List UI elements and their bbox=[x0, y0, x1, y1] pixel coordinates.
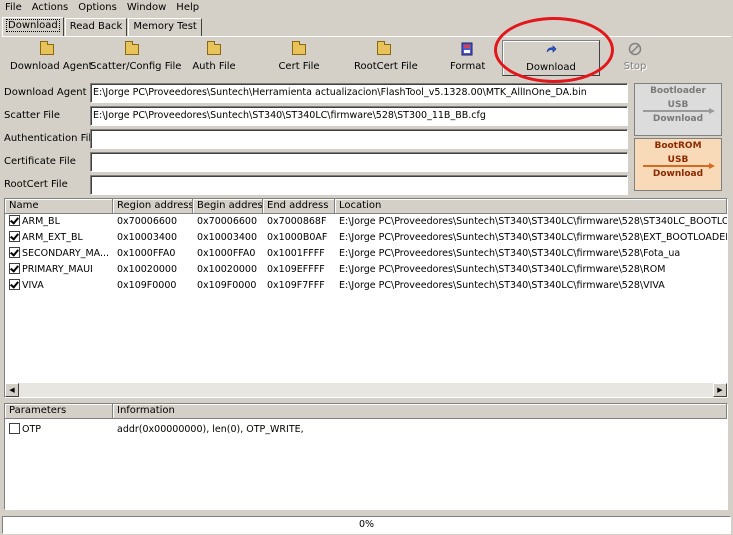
scroll-right-icon[interactable]: ▶ bbox=[713, 383, 727, 397]
col-location[interactable]: Location bbox=[335, 199, 727, 214]
folder-icon bbox=[40, 41, 54, 56]
download-agent-field[interactable]: E:\Jorge PC\Proveedores\Suntech\Herramie… bbox=[90, 83, 628, 103]
format-icon bbox=[460, 42, 474, 56]
auth-file-button[interactable]: Auth File bbox=[192, 40, 236, 76]
table-row[interactable]: VIVA 0x109F0000 0x109F0000 0x109F7FFF E:… bbox=[5, 278, 727, 294]
row-checkbox[interactable] bbox=[9, 247, 20, 258]
bootloader-usb-download-mode[interactable]: Bootloader USB Download bbox=[634, 83, 722, 136]
table-row[interactable]: OTP addr(0x00000000), len(0), OTP_WRITE, bbox=[5, 422, 727, 438]
region-table: Name Region address Begin address End ad… bbox=[4, 198, 728, 398]
menu-actions[interactable]: Actions bbox=[27, 0, 74, 16]
table-row[interactable]: ARM_EXT_BL 0x10003400 0x10003400 0x1000B… bbox=[5, 230, 727, 246]
stop-icon bbox=[628, 42, 642, 56]
authentication-file-label: Authentication File bbox=[4, 133, 98, 144]
authentication-file-field[interactable] bbox=[90, 129, 628, 149]
scatter-file-field[interactable]: E:\Jorge PC\Proveedores\Suntech\ST340\ST… bbox=[90, 106, 628, 126]
parameters-table-header: Parameters Information bbox=[5, 404, 727, 419]
rootcert-file-field[interactable] bbox=[90, 175, 628, 195]
scroll-left-icon[interactable]: ◀ bbox=[5, 383, 19, 397]
toolbar: Download Agent Scatter/Config File Auth … bbox=[2, 40, 730, 76]
rootcert-file-label: RootCert File bbox=[4, 179, 68, 190]
scatter-file-label: Scatter File bbox=[4, 110, 60, 121]
scroll-track[interactable] bbox=[19, 383, 713, 397]
parameters-table: Parameters Information OTP addr(0x000000… bbox=[4, 403, 728, 510]
col-region-address[interactable]: Region address bbox=[113, 199, 193, 214]
format-button[interactable]: Format bbox=[450, 40, 485, 76]
table-row[interactable]: PRIMARY_MAUI 0x10020000 0x10020000 0x109… bbox=[5, 262, 727, 278]
table-row[interactable]: SECONDARY_MA... 0x1000FFA0 0x1000FFA0 0x… bbox=[5, 246, 727, 262]
tab-panel-border bbox=[2, 36, 731, 37]
download-button[interactable]: Download bbox=[502, 40, 600, 76]
col-name[interactable]: Name bbox=[5, 199, 113, 214]
rootcert-file-button[interactable]: RootCert File bbox=[354, 40, 418, 76]
tab-read-back[interactable]: Read Back bbox=[64, 18, 128, 36]
tab-bar: Download Read Back Memory Test bbox=[2, 17, 203, 36]
row-checkbox[interactable] bbox=[9, 263, 20, 274]
folder-icon bbox=[125, 41, 139, 56]
menu-window[interactable]: Window bbox=[122, 0, 171, 16]
cert-file-button[interactable]: Cert File bbox=[278, 40, 320, 76]
arrow-icon bbox=[643, 163, 715, 169]
download-agent-button[interactable]: Download Agent bbox=[10, 40, 93, 76]
folder-icon bbox=[292, 41, 306, 56]
tab-download[interactable]: Download bbox=[2, 17, 64, 36]
download-arrow-icon bbox=[544, 43, 558, 57]
status-bar: 0% bbox=[0, 514, 733, 535]
download-agent-label: Download Agent bbox=[4, 87, 87, 98]
menu-options[interactable]: Options bbox=[73, 0, 122, 16]
stop-button[interactable]: Stop bbox=[620, 40, 650, 76]
scatter-config-button[interactable]: Scatter/Config File bbox=[90, 40, 181, 76]
table-row[interactable]: ARM_BL 0x70006600 0x70006600 0x7000868F … bbox=[5, 214, 727, 230]
arrow-icon bbox=[643, 108, 715, 114]
horizontal-scrollbar[interactable]: ◀ ▶ bbox=[5, 383, 727, 397]
menu-file[interactable]: File bbox=[0, 0, 27, 16]
menu-bar: File Actions Options Window Help bbox=[0, 0, 733, 16]
otp-checkbox[interactable] bbox=[9, 423, 20, 434]
folder-icon bbox=[207, 41, 221, 56]
certificate-file-field[interactable] bbox=[90, 152, 628, 172]
row-checkbox[interactable] bbox=[9, 215, 20, 226]
col-begin-address[interactable]: Begin address bbox=[193, 199, 263, 214]
folder-icon bbox=[377, 41, 391, 56]
col-parameters[interactable]: Parameters bbox=[5, 404, 113, 419]
row-checkbox[interactable] bbox=[9, 279, 20, 290]
progress-bar: 0% bbox=[2, 516, 731, 534]
col-information[interactable]: Information bbox=[113, 404, 727, 419]
bootrom-usb-download-mode[interactable]: BootROM USB Download bbox=[634, 138, 722, 191]
tab-memory-test[interactable]: Memory Test bbox=[128, 18, 202, 36]
certificate-file-label: Certificate File bbox=[4, 156, 76, 167]
row-checkbox[interactable] bbox=[9, 231, 20, 242]
menu-help[interactable]: Help bbox=[171, 0, 204, 16]
col-end-address[interactable]: End address bbox=[263, 199, 335, 214]
region-table-header: Name Region address Begin address End ad… bbox=[5, 199, 727, 214]
